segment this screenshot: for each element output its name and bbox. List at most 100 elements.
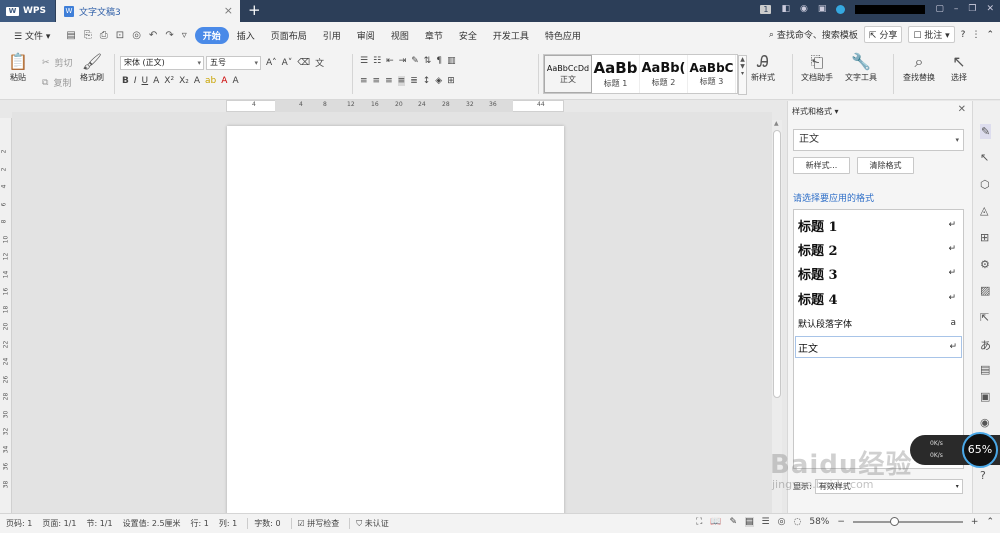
- archive-icon[interactable]: ▤: [980, 363, 990, 376]
- web-view-icon[interactable]: ◎: [778, 517, 786, 527]
- style-pane-icon[interactable]: ✎: [980, 124, 992, 139]
- clear-format-icon[interactable]: ⌫: [297, 58, 310, 68]
- status-pages[interactable]: 页面: 1/1: [42, 518, 76, 529]
- wps-home-tab[interactable]: W WPS: [0, 0, 55, 22]
- settings-icon[interactable]: ⚙: [980, 258, 990, 271]
- feedback-icon[interactable]: ◉: [800, 4, 808, 14]
- status-expand-icon[interactable]: ⌃: [986, 517, 994, 527]
- increase-indent-icon[interactable]: ⇥: [399, 56, 407, 66]
- tab-home[interactable]: 开始: [194, 26, 229, 44]
- gallery-scroll[interactable]: ▲ ▼ ▾: [738, 55, 747, 95]
- status-row[interactable]: 行: 1: [191, 518, 209, 529]
- new-style-button[interactable]: Ꭿ 新样式: [751, 52, 775, 83]
- fullscreen-icon[interactable]: ⛶: [696, 517, 702, 527]
- page-view-icon[interactable]: ▤: [745, 517, 754, 527]
- eye-protect-icon[interactable]: ◌: [793, 517, 801, 527]
- preview-icon[interactable]: ⊡: [116, 30, 124, 41]
- new-style-pane-button[interactable]: 新样式...: [793, 157, 850, 174]
- bullets-icon[interactable]: ☰: [360, 56, 368, 66]
- tab-chapter[interactable]: 章节: [417, 29, 451, 42]
- drop-icon[interactable]: ◬: [980, 204, 988, 217]
- list-item[interactable]: 标题 4 ↵: [798, 287, 960, 309]
- new-tab-button[interactable]: +: [248, 1, 261, 19]
- status-col[interactable]: 列: 1: [219, 518, 237, 529]
- close-tab-icon[interactable]: ×: [224, 4, 233, 17]
- print-icon[interactable]: ⎙: [100, 30, 108, 41]
- sort-icon[interactable]: ⇅: [424, 56, 432, 66]
- table-icon[interactable]: ⊞: [980, 231, 989, 244]
- zoom-value[interactable]: 58%: [809, 517, 829, 527]
- style-normal[interactable]: AaBbCcDd 正文: [544, 55, 592, 93]
- char-shading-icon[interactable]: A: [232, 76, 238, 86]
- command-search[interactable]: ⌕ 查找命令、搜索模板: [769, 28, 858, 42]
- save-icon[interactable]: ▤: [66, 30, 75, 41]
- highlight-icon[interactable]: ab: [205, 76, 216, 86]
- status-words[interactable]: 字数: 0: [247, 518, 281, 529]
- zoom-out-button[interactable]: −: [837, 517, 845, 527]
- format-painter-button[interactable]: 🖌 格式刷: [80, 52, 104, 83]
- find-replace-button[interactable]: ⌕ 查找替换: [903, 52, 935, 83]
- vertical-ruler[interactable]: 2 2 4 6 8 10 12 14 16 18 20 22 24 26 28 30 32 34 36 38: [0, 118, 12, 513]
- help-side-icon[interactable]: ?: [980, 469, 986, 482]
- distribute-icon[interactable]: ≣: [410, 76, 418, 86]
- borders-icon[interactable]: ⊞: [447, 76, 455, 86]
- paste-button[interactable]: 📋 粘贴: [8, 52, 28, 83]
- tab-page-layout[interactable]: 页面布局: [263, 29, 315, 42]
- restore-icon[interactable]: ▢: [935, 4, 944, 14]
- close-icon[interactable]: ✕: [958, 104, 966, 115]
- cut-button[interactable]: ✂ 剪切: [42, 56, 73, 70]
- style-heading-2[interactable]: AaBb( 标题 2: [640, 55, 688, 93]
- align-right-icon[interactable]: ≡: [385, 76, 393, 86]
- list-item[interactable]: 标题 2 ↵: [798, 238, 960, 260]
- shrink-font-icon[interactable]: A˅: [282, 58, 293, 68]
- style-heading-1[interactable]: AaBb 标题 1: [592, 55, 640, 93]
- status-page-code[interactable]: 页码: 1: [6, 518, 32, 529]
- spell-check-button[interactable]: ☑ 拼写检查: [290, 518, 339, 529]
- justify-icon[interactable]: ≡: [397, 76, 406, 86]
- zoom-slider[interactable]: [852, 517, 963, 526]
- outline-view-icon[interactable]: ☰: [762, 517, 770, 527]
- subscript-icon[interactable]: X₂: [179, 76, 189, 86]
- show-marks-icon[interactable]: ¶: [436, 56, 442, 66]
- clear-format-button[interactable]: 清除格式: [857, 157, 914, 174]
- customize-icon[interactable]: ▿: [182, 30, 187, 41]
- image-icon[interactable]: ▨: [980, 284, 990, 297]
- user-avatar-icon[interactable]: [836, 4, 846, 14]
- tab-developer[interactable]: 开发工具: [485, 29, 537, 42]
- picture-icon[interactable]: ▣: [980, 390, 990, 403]
- font-color-icon[interactable]: A: [221, 76, 227, 86]
- style-heading-3[interactable]: AaBbC 标题 3: [688, 55, 736, 93]
- align-center-icon[interactable]: ≡: [373, 76, 381, 86]
- collapse-ribbon-icon[interactable]: ⌃: [986, 30, 994, 40]
- tab-view[interactable]: 视图: [383, 29, 417, 42]
- chinese-layout-icon[interactable]: ✎: [411, 56, 419, 66]
- list-item[interactable]: 标题 3 ↵: [798, 262, 960, 284]
- tab-insert[interactable]: 插入: [229, 29, 263, 42]
- columns-icon[interactable]: ▥: [447, 56, 456, 66]
- strikethrough-icon[interactable]: A: [153, 76, 159, 86]
- export-icon[interactable]: ⎘: [84, 30, 92, 41]
- page-count-badge[interactable]: 1: [760, 4, 772, 14]
- underline-icon[interactable]: U: [142, 76, 149, 86]
- share-button[interactable]: ⇱ 分享: [863, 26, 903, 43]
- select-button[interactable]: ↖ 选择: [951, 52, 967, 83]
- list-item[interactable]: 标题 1 ↵: [798, 214, 960, 236]
- numbering-icon[interactable]: ☷: [373, 56, 381, 66]
- pen-icon[interactable]: ✎: [729, 517, 737, 527]
- shading-icon[interactable]: ◈: [435, 76, 442, 86]
- close-window-icon[interactable]: ✕: [986, 4, 994, 14]
- line-spacing-icon[interactable]: ↕: [423, 76, 431, 86]
- shirt-icon[interactable]: ▣: [818, 4, 827, 14]
- tab-references[interactable]: 引用: [315, 29, 349, 42]
- document-tab[interactable]: W 文字文稿3 ×: [56, 0, 240, 22]
- font-size-select[interactable]: 五号 ▾: [206, 56, 261, 70]
- share-icon[interactable]: ⇱: [980, 311, 989, 324]
- list-item[interactable]: 正文 ↵: [795, 336, 962, 358]
- cert-status[interactable]: ⛉ 未认证: [349, 518, 389, 529]
- align-left-icon[interactable]: ≡: [360, 76, 368, 86]
- italic-icon[interactable]: I: [134, 76, 137, 86]
- tab-security[interactable]: 安全: [451, 29, 485, 42]
- tab-features[interactable]: 特色应用: [537, 29, 589, 42]
- undo-icon[interactable]: ↶: [149, 30, 157, 41]
- zoom-in-button[interactable]: +: [971, 517, 979, 527]
